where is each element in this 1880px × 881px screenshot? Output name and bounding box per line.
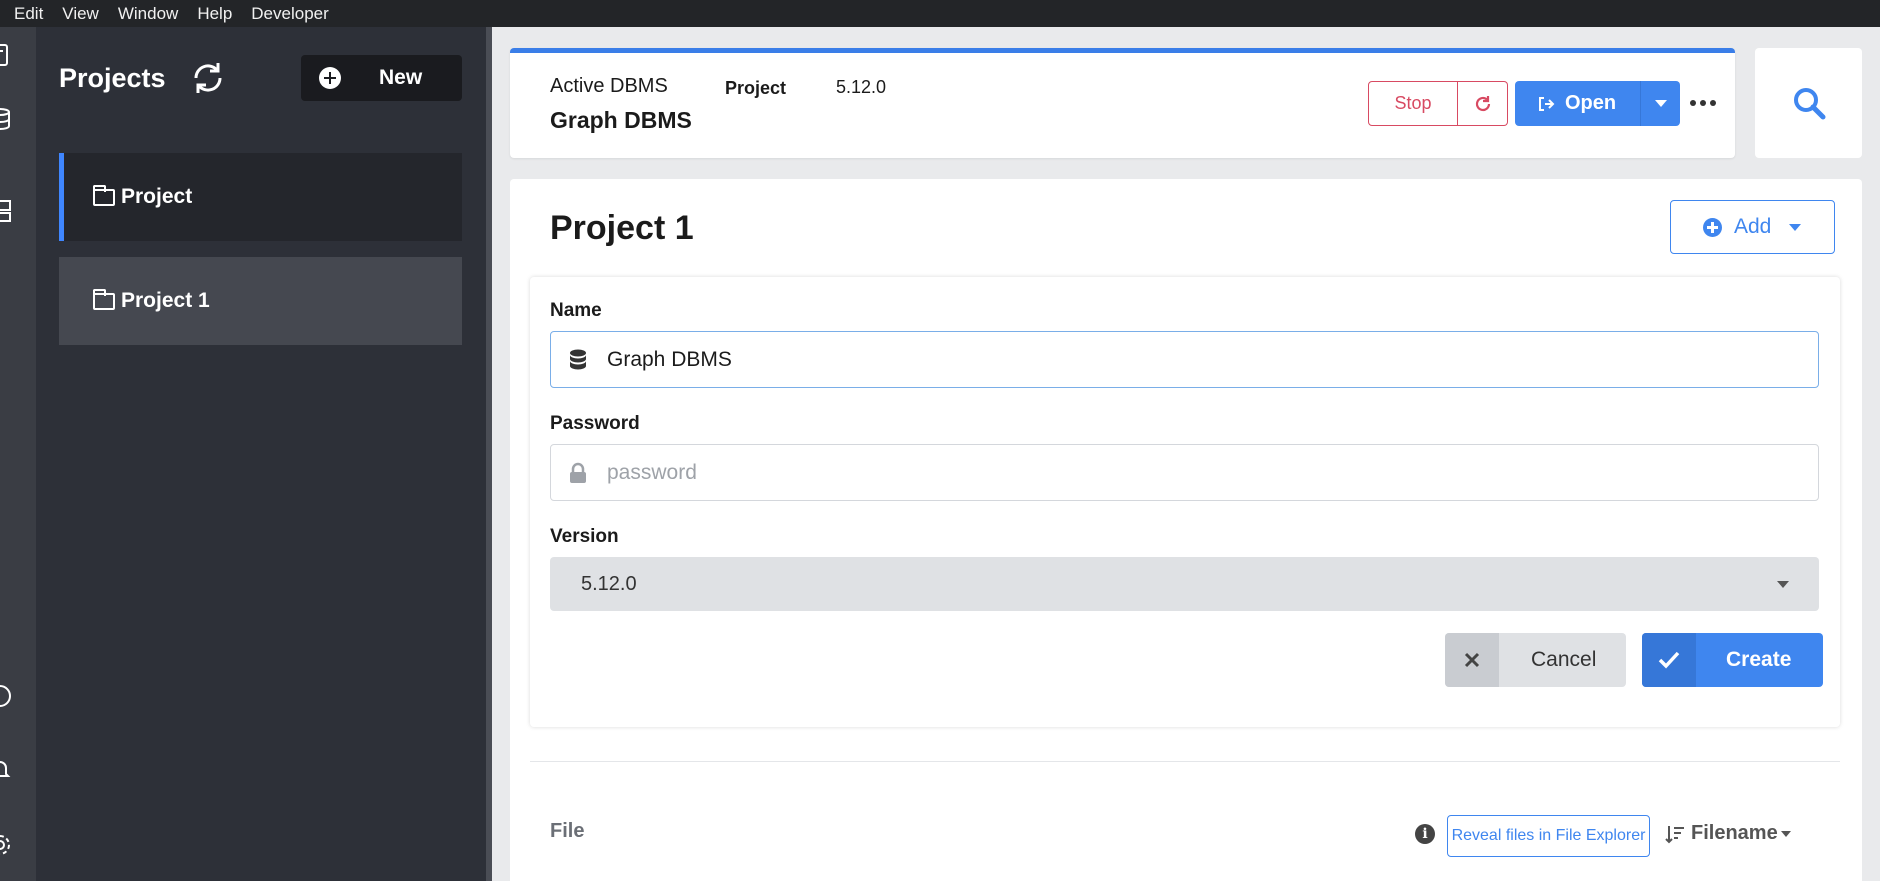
sidebar-item-project[interactable]: Project bbox=[59, 153, 462, 241]
chevron-down-icon bbox=[1780, 830, 1791, 837]
password-field[interactable] bbox=[550, 444, 1819, 501]
active-dbms-label: Active DBMS bbox=[550, 75, 668, 97]
active-dbms-name: Graph DBMS bbox=[550, 107, 692, 133]
more-options-button[interactable] bbox=[1690, 93, 1716, 113]
menubar: Edit View Window Help Developer bbox=[0, 0, 1880, 27]
restart-icon bbox=[1475, 95, 1490, 111]
sidebar-item-label: Project 1 bbox=[121, 289, 210, 312]
version-select[interactable]: 5.12.0 bbox=[550, 557, 1819, 611]
open-dropdown-button[interactable] bbox=[1640, 81, 1680, 126]
chevron-down-icon bbox=[1789, 223, 1802, 231]
database-icon[interactable] bbox=[0, 107, 12, 131]
menu-edit[interactable]: Edit bbox=[14, 4, 43, 24]
create-dbms-form: Name Password Version 5.12.0 Cancel Crea… bbox=[530, 277, 1840, 727]
info-icon[interactable]: i bbox=[1415, 824, 1435, 844]
chevron-down-icon bbox=[1654, 100, 1667, 107]
plus-circle-icon bbox=[319, 67, 341, 89]
plus-circle-icon bbox=[1703, 217, 1722, 237]
name-input[interactable] bbox=[607, 347, 1818, 372]
open-button-label: Open bbox=[1565, 92, 1617, 114]
close-icon bbox=[1445, 633, 1499, 687]
folder-icon bbox=[93, 288, 115, 310]
menu-view[interactable]: View bbox=[62, 4, 99, 24]
sign-out-icon bbox=[1539, 96, 1555, 111]
open-button[interactable]: Open bbox=[1515, 81, 1640, 126]
sort-filename-button[interactable]: Filename bbox=[1665, 822, 1791, 845]
cancel-button[interactable]: Cancel bbox=[1445, 633, 1626, 687]
chevron-down-icon bbox=[1777, 581, 1789, 588]
version-label: Version bbox=[550, 526, 619, 547]
layout-icon[interactable] bbox=[0, 199, 12, 223]
name-label: Name bbox=[550, 300, 602, 321]
page-title: Project 1 bbox=[550, 209, 694, 247]
sidebar-item-label: Project bbox=[121, 185, 193, 208]
stop-button[interactable]: Stop bbox=[1368, 81, 1458, 126]
refresh-icon[interactable] bbox=[188, 58, 228, 98]
check-icon bbox=[1642, 633, 1696, 687]
sidebar-resize-handle[interactable] bbox=[486, 27, 492, 881]
help-circle-icon[interactable] bbox=[0, 684, 12, 708]
ellipsis-icon bbox=[1690, 100, 1696, 106]
restart-button[interactable] bbox=[1458, 81, 1508, 126]
projects-sidebar: Projects New Project Project 1 bbox=[36, 27, 486, 881]
sort-icon bbox=[1665, 825, 1684, 843]
search-button[interactable] bbox=[1755, 48, 1862, 158]
files-section-label: File bbox=[550, 820, 585, 842]
search-icon bbox=[1793, 88, 1825, 120]
version-select-value: 5.12.0 bbox=[581, 572, 637, 595]
password-input[interactable] bbox=[607, 460, 1818, 485]
folder-icon bbox=[93, 184, 115, 206]
active-dbms-version: 5.12.0 bbox=[836, 77, 887, 97]
gear-icon[interactable] bbox=[0, 833, 12, 857]
new-project-button[interactable]: New bbox=[301, 55, 462, 101]
menu-developer[interactable]: Developer bbox=[251, 4, 329, 24]
name-field[interactable] bbox=[550, 331, 1819, 388]
database-icon bbox=[570, 349, 586, 370]
active-dbms-card: Active DBMS Graph DBMS Project 5.12.0 St… bbox=[510, 48, 1735, 158]
menu-help[interactable]: Help bbox=[197, 4, 232, 24]
create-button-label: Create bbox=[1726, 648, 1792, 671]
section-divider bbox=[530, 761, 1840, 762]
password-label: Password bbox=[550, 413, 640, 434]
cancel-button-label: Cancel bbox=[1531, 648, 1597, 671]
sidebar-item-project-1[interactable]: Project 1 bbox=[59, 257, 462, 345]
add-button-label: Add bbox=[1734, 215, 1772, 238]
lock-icon bbox=[570, 462, 586, 483]
bell-icon[interactable] bbox=[0, 757, 12, 781]
sort-label: Filename bbox=[1691, 822, 1778, 844]
menu-window[interactable]: Window bbox=[118, 4, 178, 24]
project-detail-card: Project 1 Add Name Password Version 5.12… bbox=[510, 179, 1862, 881]
new-project-label: New bbox=[379, 66, 423, 89]
active-dbms-project: Project bbox=[725, 78, 787, 98]
icon-rail bbox=[0, 27, 36, 881]
document-icon[interactable] bbox=[0, 43, 12, 67]
sidebar-title: Projects bbox=[59, 63, 166, 93]
reveal-files-button[interactable]: Reveal files in File Explorer bbox=[1447, 815, 1650, 857]
create-button[interactable]: Create bbox=[1642, 633, 1823, 687]
add-button[interactable]: Add bbox=[1670, 200, 1835, 254]
